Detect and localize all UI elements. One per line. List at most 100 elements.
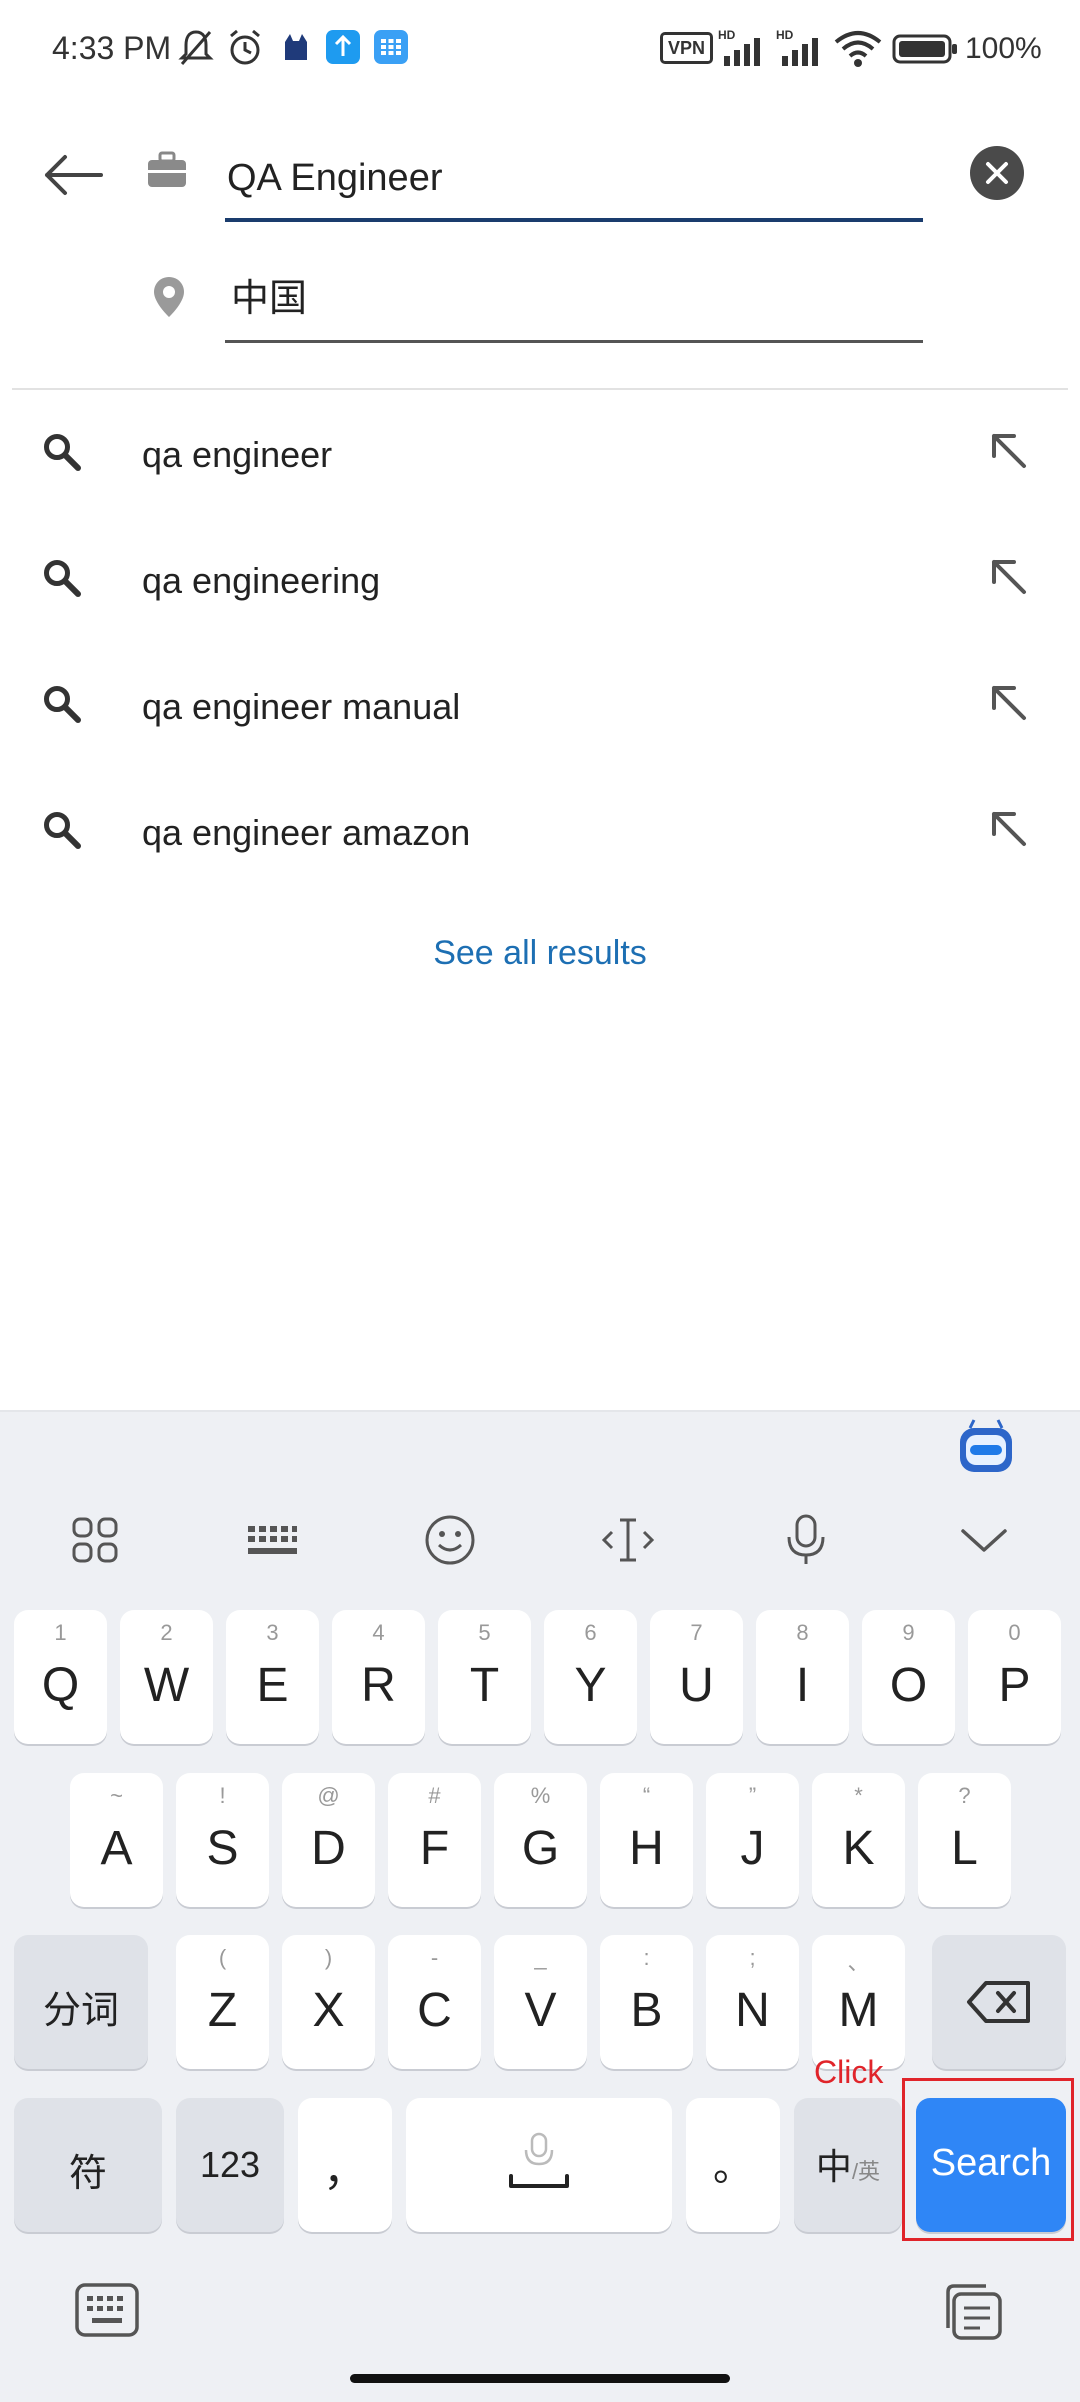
key-sub-label: 9 — [902, 1620, 915, 1645]
key-period[interactable]: 。 — [686, 2098, 780, 2232]
grid-app-icon — [374, 30, 408, 64]
key-space[interactable] — [406, 2098, 672, 2232]
key-v[interactable]: _ V — [494, 1935, 587, 2069]
key-main-label: Z — [207, 1984, 238, 2037]
location-value: 中国 — [231, 278, 308, 320]
suggestion-item[interactable]: qa engineering — [0, 518, 1080, 644]
key-m[interactable]: 、 M — [812, 1935, 905, 2069]
search-icon — [44, 812, 81, 849]
key-y[interactable]: 6Y — [544, 1610, 637, 1744]
key-sub-label: # — [428, 1783, 441, 1808]
suggestion-label: qa engineer — [142, 434, 333, 475]
back-button[interactable] — [38, 140, 108, 210]
key-main-label: F — [419, 1822, 450, 1875]
key-main-label: Q — [41, 1659, 80, 1712]
key-sub-label: 6 — [584, 1620, 597, 1645]
key-n[interactable]: ; N — [706, 1935, 799, 2069]
key-main-label: T — [469, 1659, 500, 1712]
key-sub-label: 4 — [372, 1620, 385, 1645]
toolbar-cursor-button[interactable] — [588, 1510, 668, 1570]
key-main-label: W — [143, 1659, 190, 1712]
status-time: 4:33 PM — [52, 30, 172, 66]
search-icon — [44, 560, 81, 597]
key-sub-label: % — [530, 1783, 551, 1808]
job-title-input[interactable]: QA Engineer — [225, 134, 923, 222]
keyboard-switch-icon[interactable] — [74, 2282, 140, 2338]
key-k[interactable]: * K — [812, 1773, 905, 1907]
key-p[interactable]: 0P — [968, 1610, 1061, 1744]
toolbar-keyboard-layout-button[interactable] — [232, 1510, 312, 1570]
key-main-label: R — [361, 1659, 396, 1712]
app-cat-icon — [285, 34, 307, 60]
key-main-label: S — [206, 1822, 239, 1875]
key-sub-label: ; — [749, 1945, 756, 1970]
key-numbers[interactable]: 123 — [176, 2098, 284, 2232]
key-l[interactable]: ? L — [918, 1773, 1011, 1907]
key-fenci[interactable]: 分词 — [14, 1935, 148, 2069]
battery-icon — [892, 34, 957, 64]
key-z[interactable]: (Z — [176, 1935, 269, 2069]
keyboard-layout-icon — [248, 1526, 297, 1554]
key-backspace[interactable] — [932, 1935, 1066, 2069]
suggestion-item[interactable]: qa engineer manual — [0, 644, 1080, 770]
key-main-label: E — [256, 1659, 289, 1712]
key-language-switch[interactable]: 中/英 — [794, 2098, 902, 2232]
clipboard-icon[interactable] — [940, 2282, 1004, 2342]
toolbar-collapse-button[interactable] — [944, 1510, 1024, 1570]
fill-query-arrow-icon[interactable] — [988, 430, 1028, 470]
backspace-icon — [967, 1981, 1030, 2023]
key-symbols[interactable]: 符 — [14, 2098, 162, 2232]
toolbar-emoji-button[interactable] — [410, 1510, 490, 1570]
toolbar-voice-button[interactable] — [766, 1510, 846, 1570]
key-language-label: 中/英 — [794, 2138, 902, 2190]
fill-query-arrow-icon[interactable] — [988, 556, 1028, 596]
key-fenci-label: 分词 — [42, 1990, 119, 2032]
location-input[interactable]: 中国 — [225, 256, 923, 343]
key-r[interactable]: 4R — [332, 1610, 425, 1744]
key-j[interactable]: ” J — [706, 1773, 799, 1907]
key-f[interactable]: # F — [388, 1773, 481, 1907]
signal-icon: HD — [718, 28, 760, 66]
key-main-label: J — [740, 1822, 765, 1875]
toolbar-apps-button[interactable] — [55, 1510, 135, 1570]
click-annotation-label: Click — [814, 2054, 884, 2090]
job-title-value: QA Engineer — [227, 157, 443, 199]
key-i[interactable]: 8I — [756, 1610, 849, 1744]
key-h[interactable]: “H — [600, 1773, 693, 1907]
key-a[interactable]: ~ A — [70, 1773, 163, 1907]
key-main-label: C — [417, 1984, 452, 2037]
suggestion-item[interactable]: qa engineer amazon — [0, 770, 1080, 896]
key-t[interactable]: 5T — [438, 1610, 531, 1744]
key-e[interactable]: 3E — [226, 1610, 319, 1744]
suggestion-item[interactable]: qa engineer — [0, 392, 1080, 518]
key-u[interactable]: 7U — [650, 1610, 743, 1744]
key-c[interactable]: -C — [388, 1935, 481, 2069]
key-q[interactable]: 1Q — [14, 1610, 107, 1744]
key-comma[interactable]: ， — [298, 2098, 392, 2232]
key-sub-label: 2 — [160, 1620, 173, 1645]
key-d[interactable]: @ D — [282, 1773, 375, 1907]
key-o[interactable]: 9O — [862, 1610, 955, 1744]
suggestion-label: qa engineering — [142, 560, 381, 601]
key-w[interactable]: 2W — [120, 1610, 213, 1744]
key-b[interactable]: :B — [600, 1935, 693, 2069]
mute-bell-icon — [178, 30, 214, 65]
key-main-label: I — [795, 1659, 810, 1712]
keyboard-assistant-icon[interactable] — [956, 1418, 1016, 1476]
briefcase-icon — [148, 151, 186, 187]
grid-four-icon — [72, 1517, 118, 1563]
status-bar: 4:33 PM VPN HD HD 100% — [0, 0, 1080, 100]
see-all-results-link[interactable]: See all results — [0, 934, 1080, 973]
key-sub-label: 、 — [847, 1950, 870, 1975]
key-s[interactable]: ! S — [176, 1773, 269, 1907]
key-g[interactable]: % G — [494, 1773, 587, 1907]
smiley-icon — [425, 1515, 475, 1565]
home-indicator[interactable] — [350, 2374, 730, 2383]
clear-button[interactable] — [970, 146, 1024, 200]
key-x[interactable]: ) X — [282, 1935, 375, 2069]
fill-query-arrow-icon[interactable] — [988, 682, 1028, 722]
key-period-label: 。 — [713, 2145, 753, 2189]
key-numbers-label: 123 — [199, 2144, 261, 2185]
fill-query-arrow-icon[interactable] — [988, 808, 1028, 848]
key-main-label: Y — [574, 1659, 607, 1712]
